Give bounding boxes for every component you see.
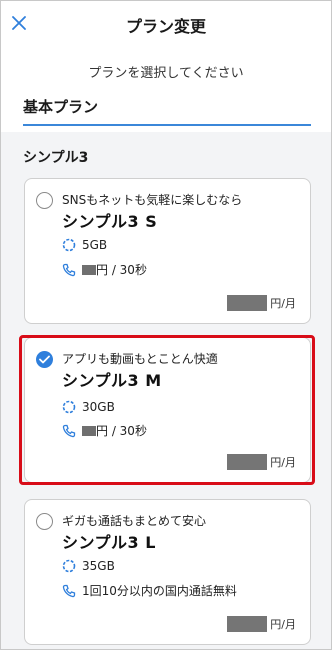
redacted-price: [227, 454, 268, 470]
plan-call-row: 円 / 30秒: [62, 261, 147, 278]
app-frame: プラン変更 プランを選択してください 基本プラン シンプル3 SNSもネットも気…: [0, 0, 332, 650]
section-title: シンプル3: [23, 150, 89, 166]
plan-radio[interactable]: [36, 513, 53, 530]
plan-name: シンプル3 S: [62, 212, 158, 231]
redacted-price: [227, 295, 268, 311]
phone-icon: [62, 263, 76, 277]
plan-card-simple3-m[interactable]: アプリも動画もとことん快適 シンプル3 M 30GB 円 / 30秒 円/月: [24, 337, 311, 483]
redacted-price: [82, 264, 96, 275]
plan-data-row: 35GB: [62, 559, 115, 573]
plan-tagline: ギガも通話もまとめて安心: [62, 514, 207, 528]
plan-name: シンプル3 M: [62, 371, 162, 390]
plan-data-row: 30GB: [62, 400, 115, 414]
plan-call-row: 円 / 30秒: [62, 422, 147, 439]
header: プラン変更: [1, 1, 331, 46]
plan-call: 円 / 30秒: [96, 263, 147, 277]
data-capacity-icon: [62, 400, 76, 414]
plan-tagline: アプリも動画もとことん快適: [62, 352, 218, 366]
plan-select-header: プランを選択してください 基本プラン: [1, 46, 331, 132]
instruction-text: プランを選択してください: [88, 66, 244, 81]
plan-data-row: 5GB: [62, 238, 107, 252]
plan-radio[interactable]: [36, 351, 53, 368]
plan-tagline: SNSもネットも気軽に楽しむなら: [62, 193, 243, 207]
plan-name: シンプル3 L: [62, 533, 156, 552]
page-title: プラン変更: [125, 17, 206, 36]
price-unit: 円/月: [270, 297, 296, 310]
plan-card-simple3-s[interactable]: SNSもネットも気軽に楽しむなら シンプル3 S 5GB 円 / 30秒 円/月: [24, 178, 311, 324]
check-icon: [39, 355, 50, 364]
price-unit: 円/月: [270, 456, 296, 469]
tab-underline: [23, 124, 311, 126]
plan-call: 円 / 30秒: [96, 424, 147, 438]
data-capacity-icon: [62, 238, 76, 252]
plan-price: 円/月: [227, 454, 296, 470]
phone-icon: [62, 584, 76, 598]
plan-call: 1回10分以内の国内通話無料: [82, 584, 237, 598]
data-capacity-icon: [62, 559, 76, 573]
plan-radio[interactable]: [36, 192, 53, 209]
tab-basic-plan[interactable]: 基本プラン: [23, 96, 98, 117]
phone-icon: [62, 424, 76, 438]
price-unit: 円/月: [270, 618, 296, 631]
plan-data: 35GB: [82, 559, 115, 573]
redacted-price: [227, 616, 268, 632]
plan-card-simple3-l[interactable]: ギガも通話もまとめて安心 シンプル3 L 35GB 1回10分以内の国内通話無料…: [24, 499, 311, 645]
redacted-price: [82, 425, 96, 436]
plan-data: 5GB: [82, 238, 108, 252]
plan-call-row: 1回10分以内の国内通話無料: [62, 582, 237, 599]
plan-price: 円/月: [227, 295, 296, 311]
plan-price: 円/月: [227, 616, 296, 632]
plan-data: 30GB: [82, 400, 115, 414]
